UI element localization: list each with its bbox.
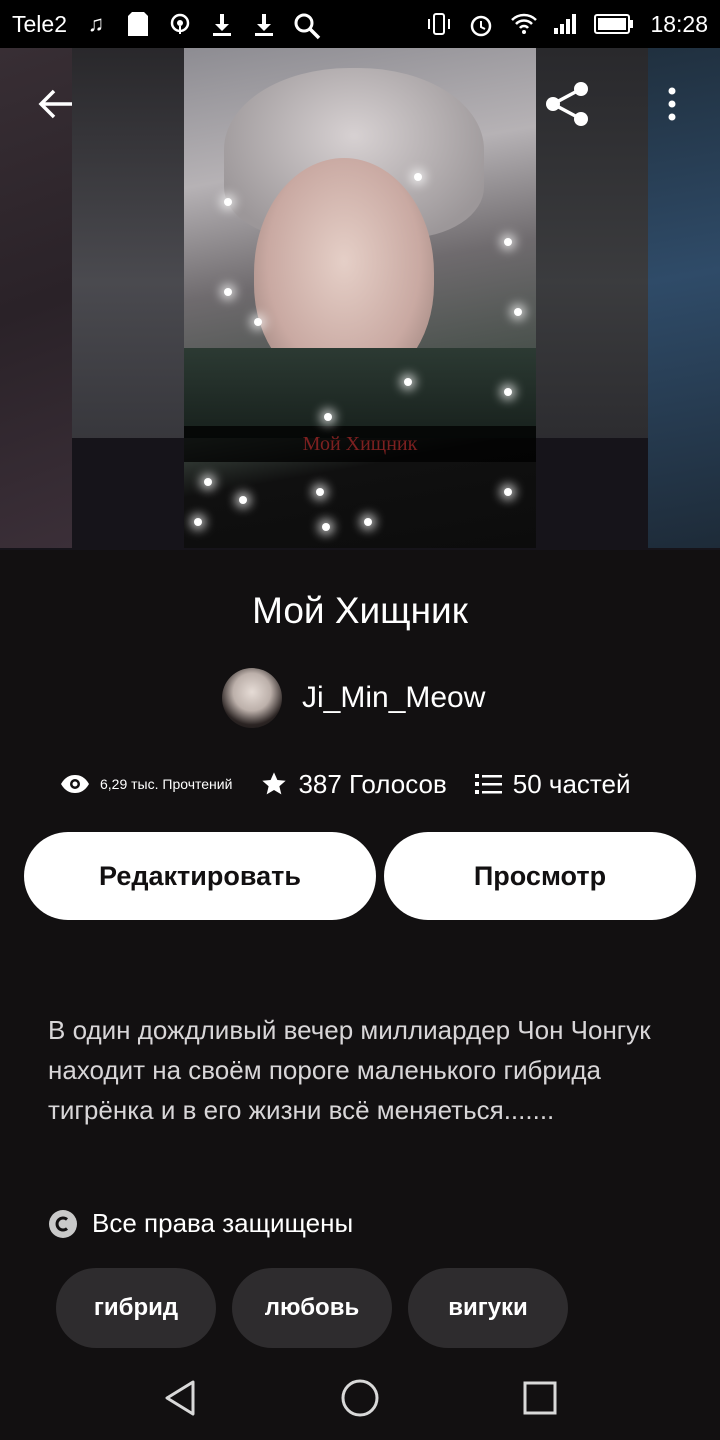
back-button[interactable] xyxy=(26,74,86,134)
clock: 18:28 xyxy=(650,10,708,37)
copyright-text: Все права защищены xyxy=(92,1208,354,1238)
battery-icon xyxy=(594,12,634,36)
download-icon xyxy=(209,12,235,36)
story-cover-image[interactable]: Мой Хищник xyxy=(184,48,536,548)
reads-stat: 6,29 тыс. Прочтений xyxy=(60,774,232,794)
carrier-label: Tele2 xyxy=(12,10,67,37)
author-name[interactable]: Ji_Min_Meow xyxy=(302,681,485,715)
sd-card-icon xyxy=(125,12,151,36)
search-icon xyxy=(293,12,321,40)
copyright-notice: Все права защищены xyxy=(48,1208,353,1239)
cover-title-text: Мой Хищник xyxy=(302,433,418,455)
story-title: Мой Хищник xyxy=(252,590,468,631)
votes-stat: 387 Голосов xyxy=(260,768,447,800)
votes-count: 387 Голосов xyxy=(298,768,447,799)
story-stats: 6,29 тыс. Прочтений 387 Голосов 50 часте… xyxy=(60,764,670,804)
share-icon xyxy=(546,82,588,126)
more-options-button[interactable] xyxy=(642,74,702,134)
download-icon xyxy=(251,12,277,36)
square-recents-icon xyxy=(523,1381,557,1415)
signal-icon xyxy=(552,12,578,36)
cover-thumbnail[interactable] xyxy=(72,48,184,438)
tag-chip[interactable]: любовь xyxy=(232,1268,392,1348)
system-navigation-bar xyxy=(0,1356,720,1440)
author-row[interactable]: Ji_Min_Meow xyxy=(222,668,485,728)
triangle-back-icon xyxy=(165,1380,195,1416)
alarm-icon xyxy=(468,12,494,37)
status-bar: Tele2 ♫ 18:28 xyxy=(0,0,720,48)
nav-home-button[interactable] xyxy=(318,1356,402,1440)
edit-button[interactable]: Редактировать xyxy=(24,832,376,920)
tag-chip[interactable]: гибрид xyxy=(56,1268,216,1348)
nav-back-button[interactable] xyxy=(138,1356,222,1440)
view-button[interactable]: Просмотр xyxy=(384,832,696,920)
circle-home-icon xyxy=(341,1379,379,1417)
tag-chip[interactable]: вигуки xyxy=(408,1268,568,1348)
share-button[interactable] xyxy=(538,74,598,134)
reads-count: 6,29 тыс. Прочтений xyxy=(100,776,233,792)
vibrate-icon xyxy=(426,12,452,36)
cover-carousel[interactable]: Мой Хищник xyxy=(0,48,720,550)
music-note-icon: ♫ xyxy=(87,11,105,36)
hotspot-icon xyxy=(167,12,193,36)
wifi-icon xyxy=(510,12,538,36)
list-icon xyxy=(474,774,502,794)
nav-recents-button[interactable] xyxy=(498,1356,582,1440)
more-vertical-icon xyxy=(668,87,676,121)
eye-icon xyxy=(61,775,89,793)
parts-count: 50 частей xyxy=(512,768,631,799)
story-description: В один дождливый вечер миллиардер Чон Чо… xyxy=(48,1015,651,1125)
avatar[interactable] xyxy=(222,668,282,728)
star-icon xyxy=(262,772,287,795)
arrow-left-icon xyxy=(38,89,72,119)
copyright-icon xyxy=(49,1209,77,1238)
parts-stat: 50 частей xyxy=(474,768,631,800)
